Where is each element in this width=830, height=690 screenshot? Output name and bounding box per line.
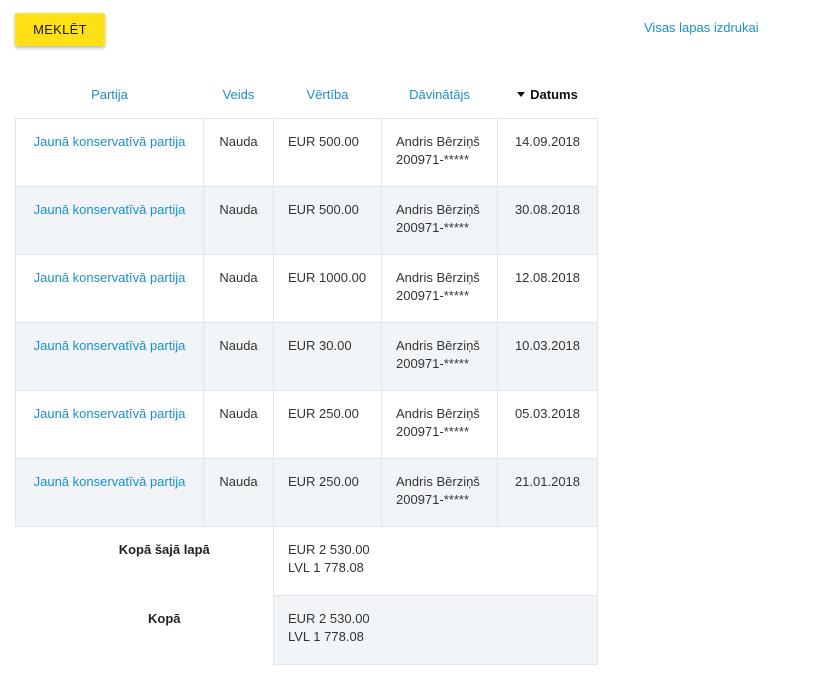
value-cell: EUR 250.00 — [288, 474, 359, 489]
type-cell: Nauda — [219, 134, 258, 149]
donor-name: Andris Bērziņš — [396, 270, 480, 285]
total-all-lvl: LVL 1 778.08 — [288, 629, 364, 644]
date-cell: 30.08.2018 — [514, 202, 581, 217]
value-cell: EUR 250.00 — [288, 406, 359, 421]
party-link[interactable]: Jaunā konservatīvā partija — [34, 134, 186, 149]
donor-name: Andris Bērziņš — [396, 474, 480, 489]
type-cell: Nauda — [219, 338, 258, 353]
value-cell: EUR 30.00 — [288, 338, 352, 353]
party-link[interactable]: Jaunā konservatīvā partija — [34, 338, 186, 353]
donor-id: 200971-***** — [396, 288, 470, 303]
column-header-date[interactable]: Datums — [498, 70, 598, 119]
sort-descending-icon — [517, 91, 526, 97]
column-header-type[interactable]: Veids — [204, 70, 274, 119]
table-row: Jaunā konservatīvā partija Nauda EUR 250… — [15, 390, 598, 459]
column-header-party[interactable]: Partija — [16, 70, 204, 119]
table-header-row: Partija Veids Vērtība Dāvinātājs Datums — [16, 70, 598, 119]
date-cell: 21.01.2018 — [514, 474, 581, 489]
table-row: Jaunā konservatīvā partija Nauda EUR 500… — [15, 186, 598, 255]
donor-name: Andris Bērziņš — [396, 338, 480, 353]
total-all-eur: EUR 2 530.00 — [288, 611, 370, 626]
donor-name: Andris Bērziņš — [396, 406, 480, 421]
donor-id: 200971-***** — [396, 220, 470, 235]
table-row: Jaunā konservatīvā partija Nauda EUR 250… — [15, 458, 598, 527]
total-page-lvl: LVL 1 778.08 — [288, 560, 364, 575]
party-link[interactable]: Jaunā konservatīvā partija — [34, 406, 186, 421]
search-button[interactable]: MEKLĒT — [15, 13, 105, 46]
donor-id: 200971-***** — [396, 152, 470, 167]
date-cell: 05.03.2018 — [514, 406, 581, 421]
type-cell: Nauda — [219, 270, 258, 285]
party-link[interactable]: Jaunā konservatīvā partija — [34, 270, 186, 285]
column-header-donor[interactable]: Dāvinātājs — [382, 70, 498, 119]
value-cell: EUR 1000.00 — [288, 270, 367, 285]
total-page-label: Kopā šajā lapā — [118, 542, 210, 557]
total-row-page: Kopā šajā lapā EUR 2 530.00 LVL 1 778.08 — [15, 526, 598, 596]
donor-id: 200971-***** — [396, 424, 470, 439]
column-header-date-label: Datums — [530, 86, 578, 102]
donor-id: 200971-***** — [396, 356, 470, 371]
donations-table: Partija Veids Vērtība Dāvinātājs Datums … — [15, 70, 598, 665]
donor-name: Andris Bērziņš — [396, 134, 480, 149]
table-row: Jaunā konservatīvā partija Nauda EUR 100… — [15, 254, 598, 323]
type-cell: Nauda — [219, 406, 258, 421]
type-cell: Nauda — [219, 202, 258, 217]
donor-id: 200971-***** — [396, 492, 470, 507]
date-cell: 12.08.2018 — [514, 270, 581, 285]
party-link[interactable]: Jaunā konservatīvā partija — [34, 474, 186, 489]
value-cell: EUR 500.00 — [288, 134, 359, 149]
column-header-value[interactable]: Vērtība — [274, 70, 382, 119]
table-row: Jaunā konservatīvā partija Nauda EUR 30.… — [15, 322, 598, 391]
print-all-pages-link[interactable]: Visas lapas izdrukai — [644, 20, 759, 35]
date-cell: 10.03.2018 — [514, 338, 581, 353]
value-cell: EUR 500.00 — [288, 202, 359, 217]
table-row: Jaunā konservatīvā partija Nauda EUR 500… — [15, 118, 598, 187]
total-all-label: Kopā — [148, 610, 181, 626]
donor-name: Andris Bērziņš — [396, 202, 480, 217]
party-link[interactable]: Jaunā konservatīvā partija — [34, 202, 186, 217]
total-page-eur: EUR 2 530.00 — [288, 542, 370, 557]
total-row-all: Kopā EUR 2 530.00 LVL 1 778.08 — [15, 595, 598, 665]
date-cell: 14.09.2018 — [514, 134, 581, 149]
type-cell: Nauda — [219, 474, 258, 489]
